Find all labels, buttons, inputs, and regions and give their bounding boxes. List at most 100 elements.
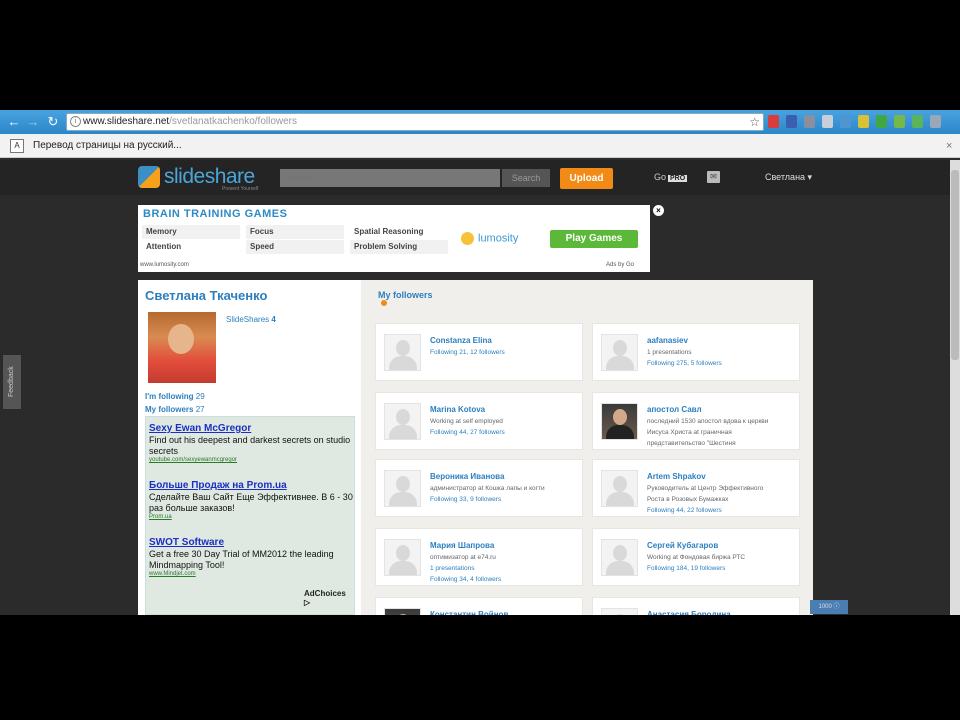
default-avatar-icon[interactable] (384, 403, 421, 440)
address-bar[interactable]: i www.slideshare.net/svetlanatkachenko/fo… (66, 113, 764, 131)
play-games-button[interactable]: Play Games (550, 230, 638, 248)
default-avatar-icon[interactable] (384, 539, 421, 576)
extension-icons (768, 115, 941, 128)
ads-by-label[interactable]: Ads by Go (606, 262, 634, 268)
avatar-body (606, 356, 634, 370)
mail-icon[interactable]: ✉ (707, 171, 720, 183)
follower-card[interactable]: Вероника Иванова администратор at Кошка л… (375, 459, 583, 517)
follower-name[interactable]: Анастасия Бородина (647, 610, 731, 615)
feedback-tab[interactable]: Feedback (3, 355, 21, 409)
text-ad[interactable]: Больше Продаж на Prom.ua Сделайте Ваш Са… (149, 480, 353, 520)
bookmark-star-icon[interactable]: ☆ (749, 114, 760, 130)
follower-detail[interactable]: Following 44, 27 followers (430, 429, 580, 436)
slideshare-logo-icon[interactable] (138, 166, 160, 188)
follower-detail[interactable]: Following 34, 4 followers (430, 576, 580, 583)
default-avatar-icon[interactable] (601, 334, 638, 371)
text-ad[interactable]: SWOT Software Get a free 30 Day Trial of… (149, 537, 353, 577)
default-avatar-icon[interactable] (601, 608, 638, 615)
ad-url[interactable]: www.Mindjet.com (149, 571, 353, 577)
text-ad[interactable]: Sexy Ewan McGregor Find out his deepest … (149, 423, 353, 463)
follower-detail: Иисуса Христа at граничная (647, 429, 732, 436)
user-menu[interactable]: Светлана ▾ (765, 172, 812, 183)
following-label: I'm following (145, 392, 194, 401)
translate-message[interactable]: Перевод страницы на русский... (33, 134, 182, 158)
slideshares-count[interactable]: SlideShares 4 (226, 315, 276, 324)
scrollbar[interactable] (950, 160, 960, 615)
follower-detail[interactable]: Following 21, 12 followers (430, 349, 580, 356)
follower-card[interactable]: Мария Шапрова оптимизатор at e74.ru 1 pres… (375, 528, 583, 586)
go-pro-link[interactable]: Go PRO (654, 172, 688, 182)
follower-name[interactable]: Marina Kotova (430, 405, 485, 414)
profile-page: Светлана Ткаченко SlideShares 4 I'm foll… (138, 280, 813, 615)
follower-name[interactable]: Artem Shpakov (647, 472, 706, 481)
extension-icon[interactable] (876, 115, 887, 128)
close-ad-icon[interactable]: × (653, 205, 664, 216)
follower-name[interactable]: Сергей Кубагаров (647, 541, 718, 550)
close-icon[interactable]: × (946, 134, 952, 158)
follower-card[interactable]: Artem Shpakov Руководитель at Центр Эффек… (592, 459, 800, 517)
follower-detail[interactable]: Following 184, 19 followers (647, 565, 797, 572)
ad-banner[interactable]: BRAIN TRAINING GAMES Memory Focus Spatia… (138, 205, 650, 272)
follower-name[interactable]: aafanasiev (647, 336, 688, 345)
extension-icon[interactable] (804, 115, 815, 128)
extension-icon[interactable] (786, 115, 797, 128)
follower-name[interactable]: Вероника Иванова (430, 472, 504, 481)
follower-name[interactable]: Мария Шапрова (430, 541, 494, 550)
ad-url[interactable]: youtube.com/sexyewanmcgregor (149, 457, 353, 463)
follower-photo[interactable] (601, 403, 638, 440)
ad-link-title[interactable]: Sexy Ewan McGregor (149, 423, 353, 434)
follower-card[interactable]: апостол Савл последний 1530 апостол вдова… (592, 392, 800, 450)
sun-icon (461, 232, 474, 245)
adchoices-link[interactable]: AdChoices ▷ (304, 589, 354, 607)
follower-detail[interactable]: Following 33, 9 followers (430, 496, 580, 503)
profile-name[interactable]: Светлана Ткаченко (145, 288, 267, 303)
extension-icon[interactable] (858, 115, 869, 128)
follower-card[interactable]: aafanasiev 1 presentations Following 275, … (592, 323, 800, 381)
extension-icon[interactable] (894, 115, 905, 128)
follower-detail[interactable]: Following 44, 22 followers (647, 507, 797, 514)
follower-card[interactable]: Константин Войнов (375, 597, 583, 615)
reload-icon[interactable]: ↻ (45, 114, 61, 130)
default-avatar-icon[interactable] (601, 470, 638, 507)
ad-cell: Memory (142, 225, 240, 239)
rss-icon[interactable] (381, 300, 387, 306)
ad-link-title[interactable]: SWOT Software (149, 537, 353, 548)
follower-card[interactable]: Анастасия Бородина (592, 597, 800, 615)
ad-url[interactable]: www.lumosity.com (140, 262, 189, 268)
followers-heading[interactable]: My followers (378, 290, 433, 300)
search-button[interactable]: Search (502, 169, 550, 187)
search-input[interactable] (280, 169, 500, 187)
upload-button[interactable]: Upload (560, 168, 613, 189)
follower-name[interactable]: апостол Савл (647, 405, 702, 414)
follower-name[interactable]: Constanza Elina (430, 336, 492, 345)
avatar-head (613, 340, 627, 356)
notification-widget[interactable]: 1000 ⓘ (810, 600, 848, 614)
follower-card[interactable]: Marina Kotova Working at self employed Fol… (375, 392, 583, 450)
scroll-thumb[interactable] (951, 170, 959, 360)
extension-icon[interactable] (768, 115, 779, 128)
avatar[interactable] (148, 312, 216, 383)
forward-arrow-icon[interactable]: → (25, 114, 41, 130)
ad-link-title[interactable]: Больше Продаж на Prom.ua (149, 480, 353, 491)
extension-icon[interactable] (822, 115, 833, 128)
ad-url[interactable]: Prom.ua (149, 514, 353, 520)
followers-link[interactable]: My followers 27 (145, 405, 205, 414)
default-avatar-icon[interactable] (384, 334, 421, 371)
menu-wrench-icon[interactable] (930, 115, 941, 128)
back-arrow-icon[interactable]: ← (6, 114, 22, 130)
follower-card[interactable]: Сергей Кубагаров Working at Фондовая бирж… (592, 528, 800, 586)
follower-card[interactable]: Constanza Elina Following 21, 12 follower… (375, 323, 583, 381)
page-info-icon[interactable]: i (70, 116, 81, 127)
following-link[interactable]: I'm following 29 (145, 392, 205, 401)
follower-photo[interactable] (384, 608, 421, 615)
follower-detail[interactable]: Following 275, 5 followers (647, 360, 797, 367)
extension-icon[interactable] (912, 115, 923, 128)
avatar-body (389, 561, 417, 575)
follower-name[interactable]: Константин Войнов (430, 610, 508, 615)
default-avatar-icon[interactable] (384, 470, 421, 507)
default-avatar-icon[interactable] (601, 539, 638, 576)
ad-cell: Problem Solving (350, 240, 448, 254)
extension-icon[interactable] (840, 115, 851, 128)
follower-detail[interactable]: 1 presentations (430, 565, 580, 572)
ad-cell: Speed (246, 240, 344, 254)
